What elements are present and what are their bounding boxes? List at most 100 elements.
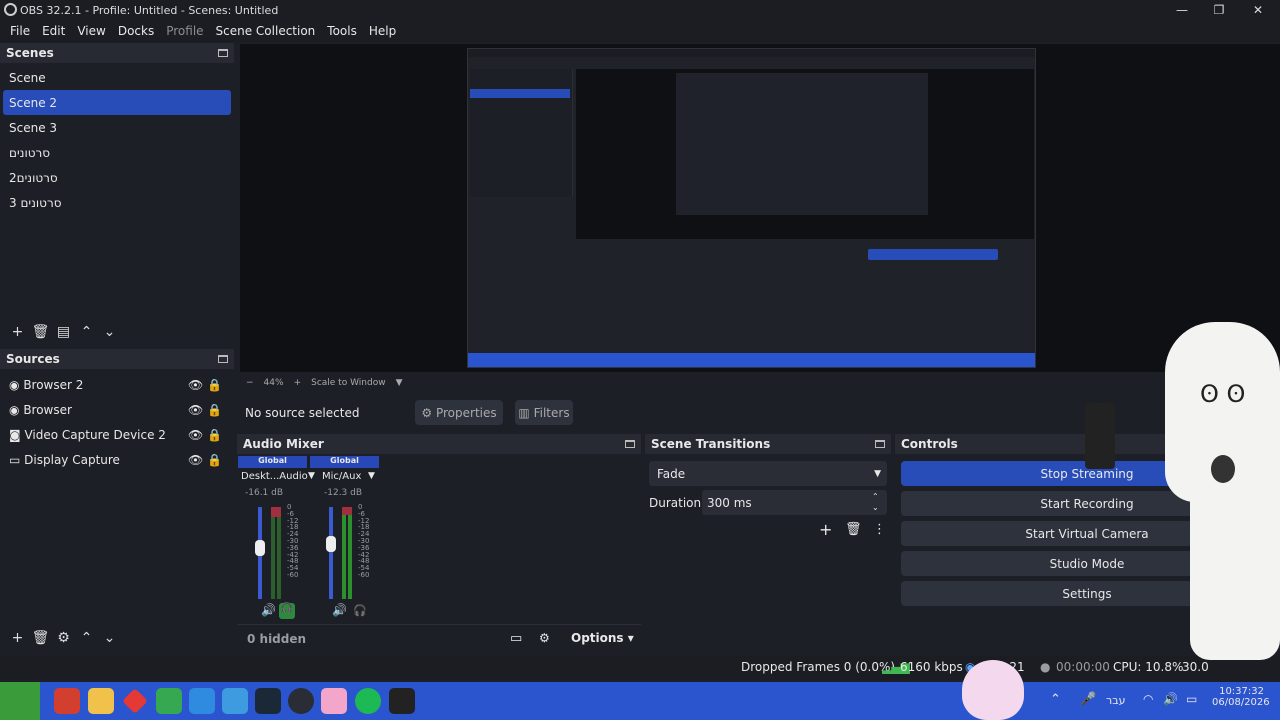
add-scene-icon[interactable]: + (6, 321, 29, 343)
layout-icon[interactable]: ▭ (510, 631, 522, 646)
menu-view[interactable]: View (71, 24, 111, 38)
menu-profile[interactable]: Profile (160, 24, 209, 38)
chevron-down-icon[interactable]: ▼ (396, 378, 403, 388)
close-button[interactable]: ✕ (1238, 0, 1278, 20)
file-explorer-icon[interactable] (88, 688, 114, 714)
level-meter (271, 507, 275, 599)
source-item[interactable]: ◉ Browser 2 👁 🔒 (0, 372, 234, 397)
more-options-icon[interactable]: ⋮ (873, 522, 886, 537)
volume-slider-track[interactable] (329, 507, 333, 599)
scene-item[interactable]: סרטונים (0, 140, 234, 165)
lock-icon[interactable]: 🔒 (207, 453, 222, 467)
scale-mode-label[interactable]: Scale to Window (311, 378, 385, 388)
undock-icon[interactable] (218, 355, 228, 363)
menu-scene-collection[interactable]: Scene Collection (210, 24, 322, 38)
menu-file[interactable]: File (4, 24, 36, 38)
clock-time: 10:37:32 (1219, 686, 1264, 697)
microphone-icon[interactable]: 🎤 (1080, 692, 1096, 707)
lock-icon[interactable]: 🔒 (207, 428, 222, 442)
obs-logo-icon (4, 3, 17, 16)
transition-select[interactable]: Fade ▼ (649, 461, 887, 486)
duration-value: 300 ms (707, 495, 752, 510)
scene-item[interactable]: Scene 3 (0, 115, 234, 140)
visibility-eye-icon[interactable]: 👁 (188, 378, 203, 392)
battery-icon[interactable]: ▭ (1186, 692, 1197, 706)
move-up-icon[interactable]: ⌃ (75, 321, 98, 343)
epic-games-icon[interactable] (389, 688, 415, 714)
move-down-icon[interactable]: ⌄ (98, 321, 121, 343)
store-icon[interactable] (189, 688, 215, 714)
obs-icon[interactable] (288, 688, 314, 714)
cpu-usage: CPU: 10.8% (1113, 660, 1184, 674)
clock[interactable]: 10:37:32 06/08/2026 (1212, 686, 1270, 708)
remove-transition-icon[interactable]: 🗑 (845, 522, 862, 537)
scenes-dock-title: Scenes (0, 43, 234, 63)
headphones-icon[interactable]: 🎧 (279, 603, 295, 619)
dropped-frames: Dropped Frames 0 (0.0%) (741, 660, 896, 674)
photos-icon[interactable] (222, 688, 248, 714)
source-properties-icon[interactable]: ⚙ (52, 627, 75, 649)
camera-icon: ◙ (9, 427, 21, 442)
lock-icon[interactable]: 🔒 (207, 378, 222, 392)
filters-button[interactable]: ▥ Filters (515, 400, 573, 425)
scene-item[interactable]: סרטונים 3 (0, 190, 234, 215)
menu-docks[interactable]: Docks (112, 24, 160, 38)
scene-item[interactable]: סרטונים2 (0, 165, 234, 190)
spotify-icon[interactable] (355, 688, 381, 714)
steam-icon[interactable] (255, 688, 281, 714)
source-item[interactable]: ▭ Display Capture 👁 🔒 (0, 447, 234, 472)
zoom-in-icon[interactable]: + (294, 378, 302, 388)
wifi-icon[interactable]: ◠ (1143, 692, 1153, 706)
move-down-icon[interactable]: ⌄ (98, 627, 121, 649)
language-indicator[interactable]: עבר (1106, 694, 1125, 707)
remove-source-icon[interactable]: 🗑 (29, 627, 52, 649)
zoom-out-icon[interactable]: − (246, 378, 254, 388)
app-icon[interactable] (321, 688, 347, 714)
channel-name[interactable]: Deskt...Audio (241, 471, 308, 482)
visibility-eye-icon[interactable]: 👁 (188, 428, 203, 442)
start-button[interactable] (0, 682, 40, 720)
volume-slider-knob[interactable] (255, 540, 265, 557)
chevron-down-icon[interactable]: ▼ (308, 471, 315, 481)
scene-filters-icon[interactable]: ▤ (52, 321, 75, 343)
volume-icon[interactable]: 🔊 (1163, 692, 1178, 706)
spin-arrows-icon[interactable]: ⌃ ⌄ (872, 491, 879, 513)
source-item[interactable]: ◙ Video Capture Device 2 👁 🔒 (0, 422, 234, 447)
menu-edit[interactable]: Edit (36, 24, 71, 38)
undock-icon[interactable] (218, 49, 228, 57)
add-source-icon[interactable]: + (6, 627, 29, 649)
lock-icon[interactable]: 🔒 (207, 403, 222, 417)
headphones-muted-icon[interactable]: 🎧 (353, 604, 367, 617)
options-button[interactable]: Options ▾ (571, 631, 634, 645)
chevron-down-icon[interactable]: ▼ (368, 471, 375, 481)
audio-mixer-dock: Audio Mixer Global Global Deskt...Audio … (237, 434, 641, 652)
gear-icon[interactable]: ⚙ (539, 631, 550, 645)
remove-scene-icon[interactable]: 🗑 (29, 321, 52, 343)
volume-slider-knob[interactable] (326, 535, 336, 552)
properties-button[interactable]: ⚙ Properties (415, 400, 503, 425)
scene-item[interactable]: Scene (0, 65, 234, 90)
speaker-icon[interactable]: 🔊 (261, 603, 276, 617)
move-up-icon[interactable]: ⌃ (75, 627, 98, 649)
chevron-up-icon[interactable]: ⌃ (1050, 692, 1061, 707)
duration-spinbox[interactable]: 300 ms (702, 490, 887, 515)
scene-item-selected[interactable]: Scene 2 (3, 90, 231, 115)
menu-tools[interactable]: Tools (321, 24, 363, 38)
source-name: Browser 2 (23, 377, 84, 392)
visibility-eye-icon[interactable]: 👁 (188, 403, 203, 417)
visibility-eye-icon[interactable]: 👁 (188, 453, 203, 467)
controls-title: Controls (901, 437, 958, 451)
channel-name[interactable]: Mic/Aux (322, 471, 361, 482)
undock-icon[interactable] (625, 440, 635, 448)
wojak-body (1190, 440, 1280, 660)
brave-browser-icon[interactable] (54, 688, 80, 714)
menu-help[interactable]: Help (363, 24, 402, 38)
app-icon[interactable] (156, 688, 182, 714)
minimize-button[interactable]: — (1162, 0, 1202, 20)
scenes-toolbar: + 🗑 ▤ ⌃ ⌄ (0, 320, 121, 344)
source-item[interactable]: ◉ Browser 👁 🔒 (0, 397, 234, 422)
maximize-button[interactable]: ❐ (1199, 0, 1239, 20)
add-transition-icon[interactable]: + (819, 520, 832, 539)
undock-icon[interactable] (875, 440, 885, 448)
speaker-icon[interactable]: 🔊 (332, 603, 347, 617)
